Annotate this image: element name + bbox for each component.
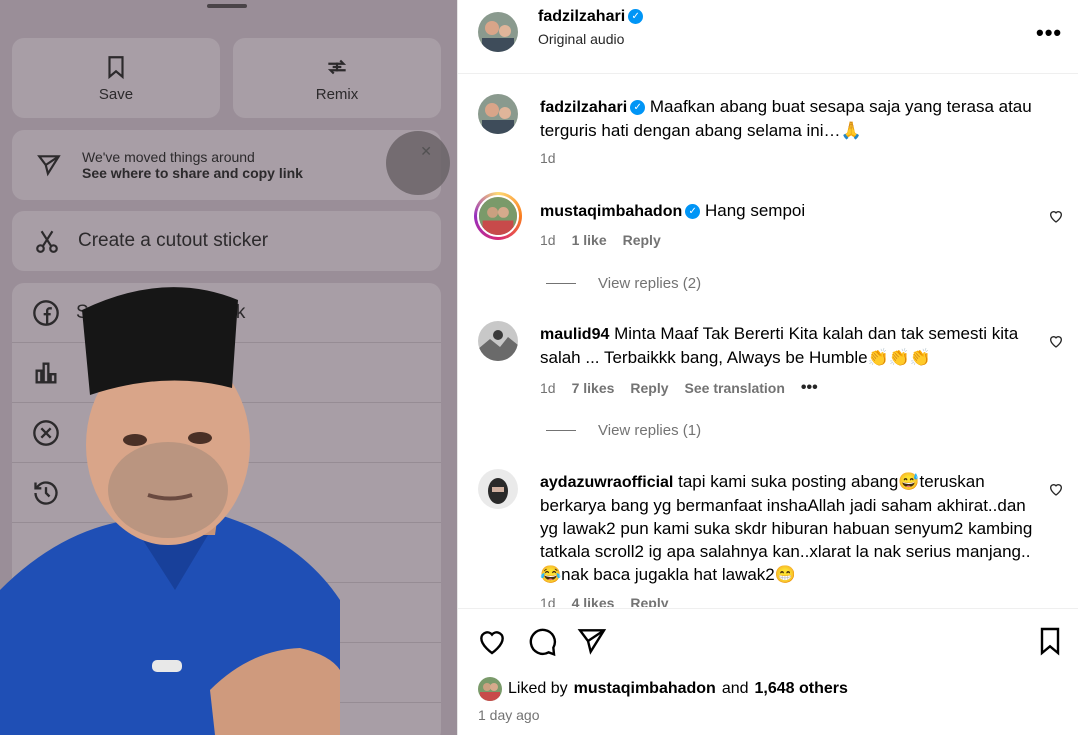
remix-icon — [327, 59, 347, 74]
liked-by-prefix: Liked by — [508, 680, 568, 697]
notice-title: We've moved things around — [82, 149, 255, 165]
more-options-icon[interactable]: ••• — [1036, 20, 1062, 46]
remix-label: Remix — [315, 85, 359, 103]
author-avatar[interactable] — [478, 12, 518, 52]
speaker-portrait-overlay — [0, 287, 340, 735]
comment-more-icon[interactable]: ••• — [801, 379, 818, 397]
verified-badge-icon: ✓ — [628, 9, 644, 25]
notice-dismiss-button[interactable]: ✕ — [386, 131, 450, 195]
close-icon: ✕ — [420, 143, 432, 159]
view-replies-label: View replies (1) — [598, 422, 702, 439]
view-replies-label: View replies (2) — [598, 275, 702, 292]
songkok-cap — [82, 287, 238, 395]
verified-badge-icon: ✓ — [630, 100, 646, 116]
comment-username[interactable]: maulid94 — [540, 326, 609, 343]
comment-reply-button[interactable]: Reply — [630, 595, 668, 607]
comment-age: 1d — [540, 380, 556, 396]
verified-badge-icon: ✓ — [685, 204, 701, 220]
replies-divider — [546, 430, 576, 431]
comment-username[interactable]: mustaqimbahadon — [540, 203, 682, 220]
comment-text-block: maulid94 Minta Maaf Tak Bererti Kita kal… — [540, 322, 1040, 369]
remix-button[interactable]: Remix — [233, 38, 441, 118]
comment-text: Hang sempoi — [704, 201, 806, 220]
post-action-bar: Liked by mustaqimbahadon and 1,648 other… — [458, 608, 1078, 735]
commenter-avatar-story-ring[interactable] — [474, 192, 522, 240]
post-time[interactable]: 1 day ago — [478, 707, 540, 723]
author-avatar[interactable] — [478, 94, 518, 134]
cutout-sticker-button[interactable]: Create a cutout sticker — [12, 211, 441, 271]
comment-bubble-icon[interactable] — [526, 625, 558, 657]
comment-text-block: aydazuwraofficial tapi kami suka posting… — [540, 470, 1040, 586]
moved-notice[interactable]: We've moved things around See where to s… — [12, 130, 441, 200]
view-replies-button[interactable]: View replies (2) — [546, 275, 701, 292]
comment-like-heart-icon[interactable] — [1048, 333, 1064, 349]
caption-username[interactable]: fadzilzahari — [540, 99, 627, 116]
comment-age: 1d — [540, 595, 556, 607]
reel-video-frame: Save Remix We've moved things around See… — [0, 0, 457, 735]
send-icon — [37, 155, 61, 177]
bookmark-icon — [108, 55, 124, 79]
comment-meta: 1d 1 like Reply — [540, 232, 661, 248]
share-send-icon[interactable] — [576, 625, 608, 657]
cutout-label: Create a cutout sticker — [78, 230, 269, 251]
comment-text-block: mustaqimbahadon ✓ Hang sempoi — [540, 199, 1040, 223]
liked-by-others[interactable]: 1,648 others — [755, 680, 848, 698]
sheet-drag-handle[interactable] — [207, 4, 247, 8]
comment-like-heart-icon[interactable] — [1048, 481, 1064, 497]
view-replies-button[interactable]: View replies (1) — [546, 422, 701, 439]
post-header: fadzilzahari ✓ Original audio ••• — [458, 0, 1078, 74]
comment-likes[interactable]: 4 likes — [572, 595, 615, 607]
liked-by-user[interactable]: mustaqimbahadon — [574, 680, 716, 698]
commenter-avatar[interactable] — [478, 321, 518, 361]
like-heart-icon[interactable] — [476, 625, 508, 657]
comment-reply-button[interactable]: Reply — [630, 380, 668, 396]
comments-panel: fadzilzahari ✓ Original audio ••• fadzilz… — [457, 0, 1078, 735]
comment-username[interactable]: aydazuwraofficial — [540, 474, 673, 491]
save-bookmark-icon[interactable] — [1034, 625, 1066, 657]
liked-by-and: and — [721, 680, 749, 697]
comment-item: aydazuwraofficial tapi kami suka posting… — [458, 469, 1078, 607]
comment-meta: 1d 4 likes Reply — [540, 595, 669, 607]
replies-divider — [546, 283, 576, 284]
comment-age: 1d — [540, 232, 556, 248]
scissors-icon — [36, 230, 58, 253]
commenter-avatar[interactable] — [478, 469, 518, 509]
save-button[interactable]: Save — [12, 38, 220, 118]
liker-avatar[interactable] — [478, 677, 502, 701]
comment-likes[interactable]: 1 like — [572, 232, 607, 248]
comment-like-heart-icon[interactable] — [1048, 208, 1064, 224]
caption-text-block: fadzilzahari ✓ Maafkan abang buat sesapa … — [540, 95, 1040, 142]
see-translation-button[interactable]: See translation — [685, 380, 785, 396]
shirt-button — [152, 660, 182, 672]
author-username[interactable]: fadzilzahari — [538, 8, 625, 25]
author-block: fadzilzahari ✓ Original audio — [538, 8, 644, 47]
liked-by-summary: Liked by mustaqimbahadon and 1,648 other… — [478, 677, 848, 701]
comment-reply-button[interactable]: Reply — [623, 232, 661, 248]
comment-likes[interactable]: 7 likes — [572, 380, 615, 396]
caption-age: 1d — [540, 150, 556, 166]
comment-meta: 1d 7 likes Reply See translation ••• — [540, 379, 818, 397]
save-label: Save — [98, 85, 134, 103]
notice-link[interactable]: See where to share and copy link — [82, 165, 303, 181]
audio-label[interactable]: Original audio — [538, 31, 643, 47]
comment-text: Minta Maaf Tak Bererti Kita kalah dan ta… — [540, 324, 1019, 367]
